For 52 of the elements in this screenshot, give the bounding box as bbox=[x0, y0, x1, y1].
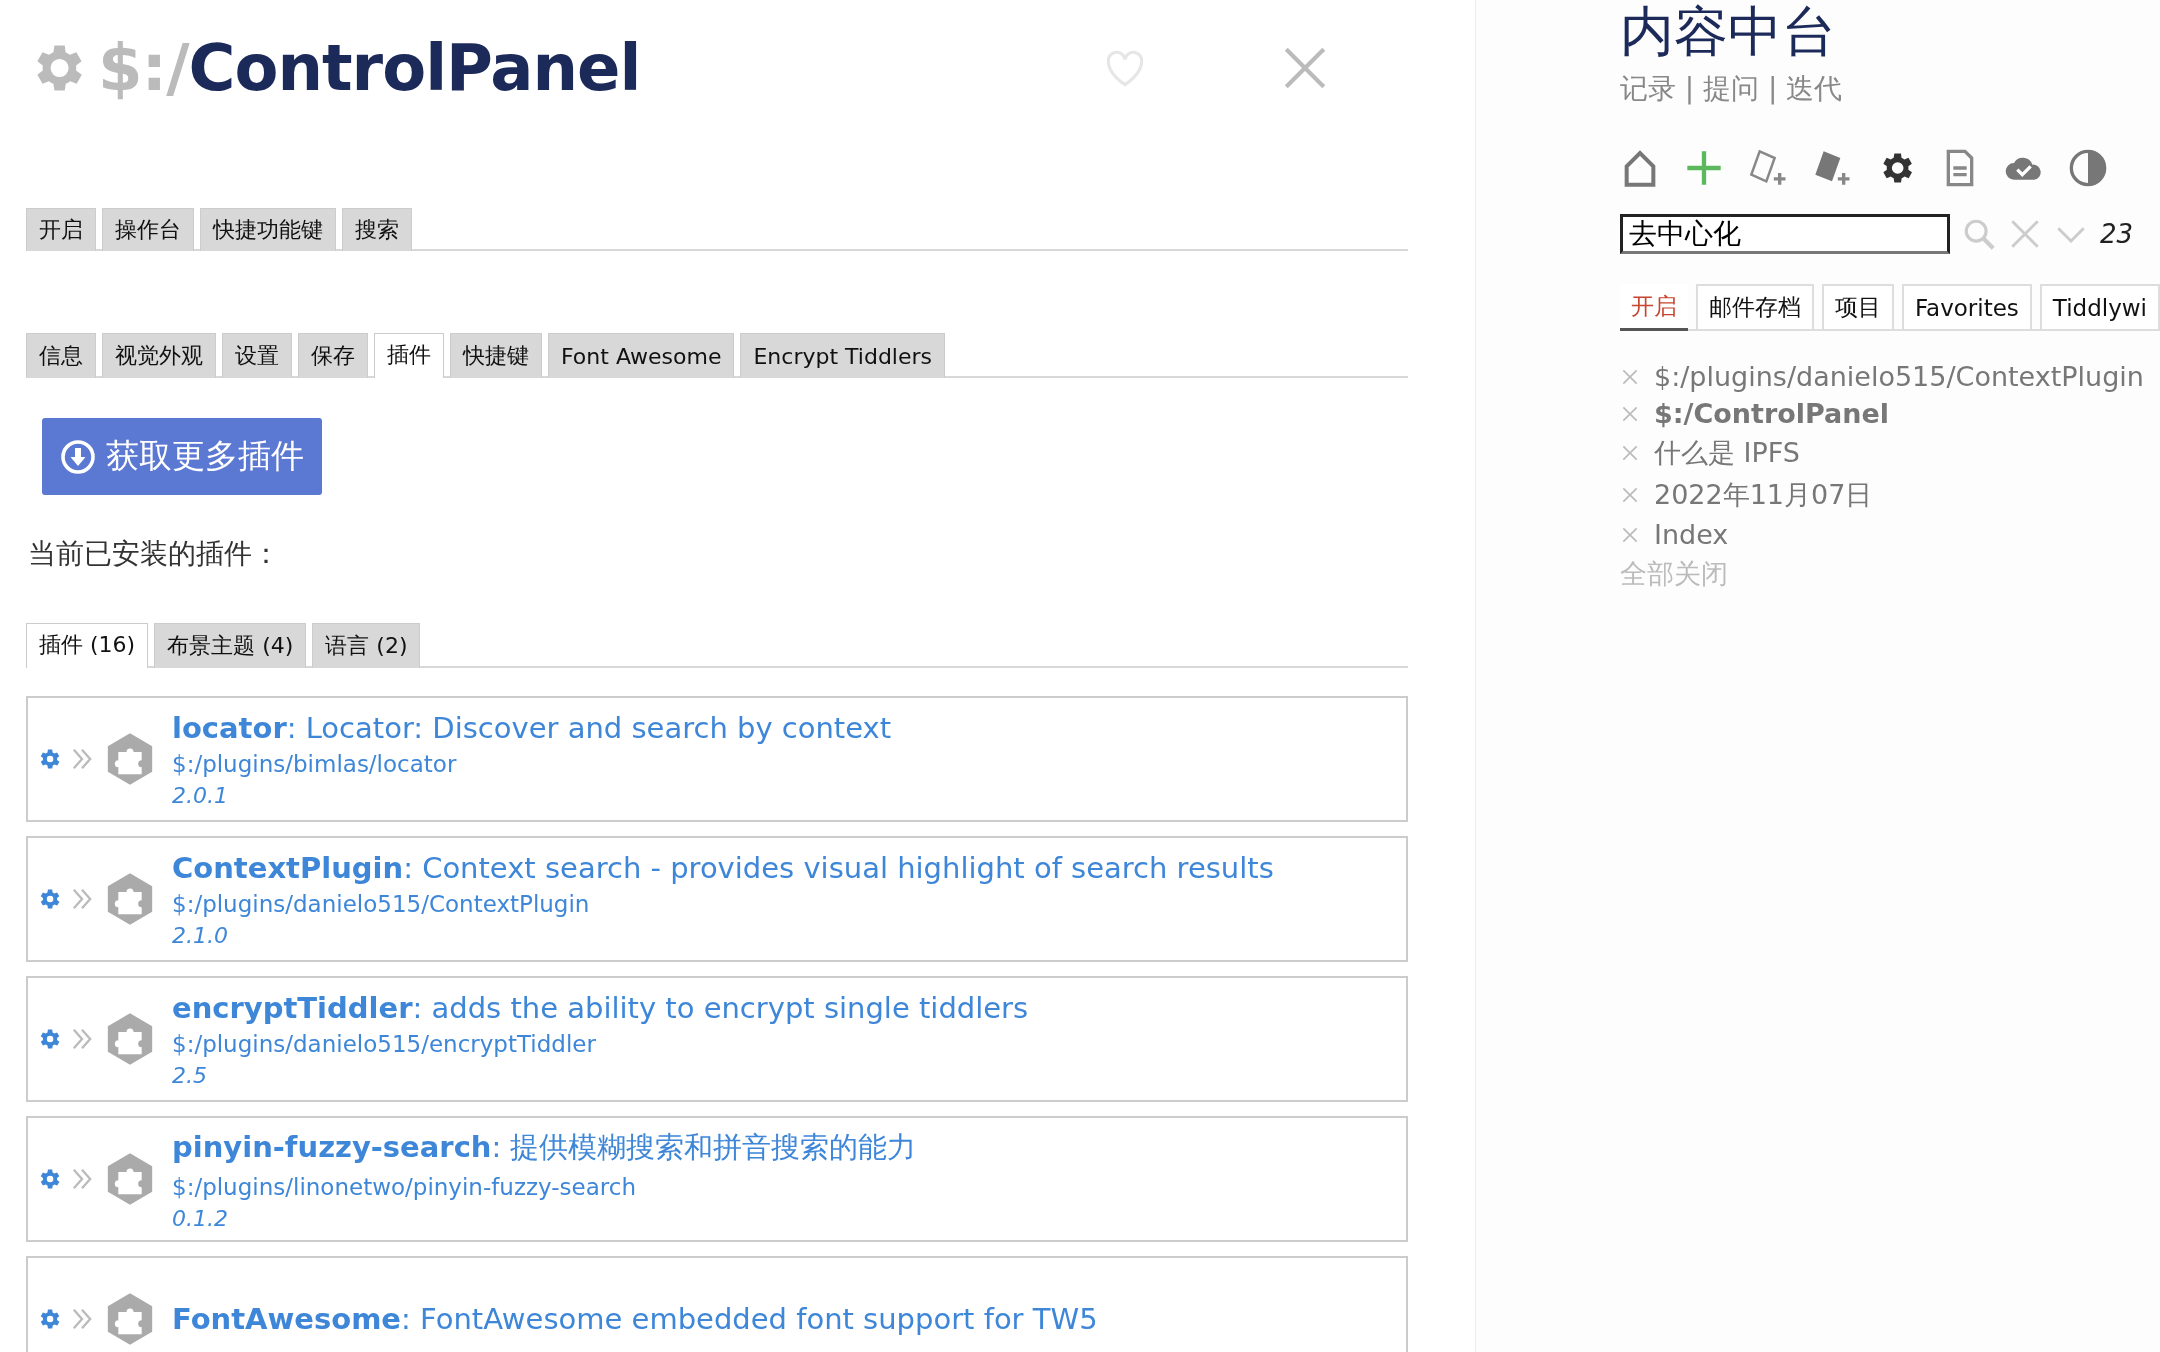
tab[interactable]: 信息 bbox=[26, 333, 96, 378]
sidebar-tab[interactable]: Favorites bbox=[1901, 284, 2032, 329]
contrast-icon[interactable] bbox=[2067, 148, 2108, 188]
plugin-card[interactable]: encryptTiddler: adds the ability to encrypt single tiddlers $:/plugins/danielo515/encryptTiddler 2.5 bbox=[26, 976, 1408, 1102]
search-field[interactable]: 去中心化 bbox=[1619, 214, 1950, 254]
tab[interactable]: 快捷键 bbox=[450, 333, 542, 378]
plugin-version: 2.0.1 bbox=[172, 782, 229, 808]
tab[interactable]: 插件 bbox=[374, 333, 444, 378]
plugin-path: $:/plugins/danielo515/ContextPlugin bbox=[172, 890, 591, 917]
site-title: 内容中台 bbox=[1619, 0, 1837, 64]
get-more-plugins-button[interactable]: 获取更多插件 bbox=[42, 418, 322, 495]
sidebar-tab[interactable]: Tiddlywi bbox=[2039, 284, 2160, 329]
plugin-path: $:/plugins/danielo515/encryptTiddler bbox=[172, 1030, 597, 1057]
tiddler-title: $:/ControlPanel bbox=[98, 31, 641, 105]
open-tiddler-link[interactable]: $:/ControlPanel bbox=[1653, 398, 1890, 429]
journal-plus-icon[interactable] bbox=[1747, 148, 1788, 188]
tab[interactable]: 语言 (2) bbox=[312, 623, 421, 668]
tab[interactable]: 快捷功能键 bbox=[200, 208, 336, 251]
plugin-title[interactable]: ContextPlugin: Context search - provides visual highlight of search results bbox=[172, 850, 1274, 885]
result-count: 23 bbox=[2099, 219, 2134, 249]
plugin-title[interactable]: locator: Locator: Discover and search by context bbox=[172, 710, 892, 745]
tab[interactable]: 保存 bbox=[298, 333, 368, 378]
plugin-card[interactable]: locator: Locator: Discover and search by context $:/plugins/bimlas/locator 2.0.1 bbox=[26, 696, 1408, 822]
tab[interactable]: Encrypt Tiddlers bbox=[740, 333, 945, 378]
plugin-version: 2.1.0 bbox=[172, 922, 229, 948]
installed-plugins-label: 当前已安装的插件： bbox=[28, 536, 281, 572]
plugin-title[interactable]: pinyin-fuzzy-search: 提供模糊搜索和拼音搜索的能力 bbox=[172, 1127, 917, 1168]
plugin-card[interactable]: ContextPlugin: Context search - provides visual highlight of search results $:/plugins/danielo515/ContextPlugin 2.1.0 bbox=[26, 836, 1408, 962]
plugin-version: 0.1.2 bbox=[172, 1205, 229, 1231]
tab[interactable]: 搜索 bbox=[342, 208, 412, 251]
open-tiddler-link[interactable]: $:/plugins/danielo515/ContextPlugin bbox=[1653, 361, 2144, 392]
site-subtitle: 记录 | 提问 | 迭代 bbox=[1619, 71, 1844, 107]
open-tiddler-link[interactable]: 什么是 IPFS bbox=[1653, 435, 1800, 471]
plugin-card[interactable]: FontAwesome: FontAwesome embedded font support for TW5 bbox=[26, 1256, 1408, 1352]
plugin-title[interactable]: encryptTiddler: adds the ability to encrypt single tiddlers bbox=[172, 990, 1029, 1025]
tab[interactable]: 视觉外观 bbox=[102, 333, 216, 378]
sidebar-tab[interactable]: 邮件存档 bbox=[1695, 284, 1814, 329]
plugin-path: $:/plugins/bimlas/locator bbox=[172, 750, 458, 777]
tab[interactable]: Font Awesome bbox=[548, 333, 735, 378]
tab[interactable]: 插件 (16) bbox=[26, 623, 149, 668]
plugin-path: $:/plugins/linonetwo/pinyin-fuzzy-search bbox=[172, 1173, 637, 1200]
tab[interactable]: 布景主题 (4) bbox=[154, 623, 307, 668]
open-tiddler-link[interactable]: Index bbox=[1653, 519, 1729, 550]
open-tiddler-link[interactable]: 2022年11月07日 bbox=[1653, 477, 1873, 513]
plugin-version: 2.5 bbox=[172, 1062, 208, 1088]
download-icon bbox=[60, 438, 96, 475]
tab[interactable]: 开启 bbox=[26, 208, 96, 251]
plugin-title[interactable]: FontAwesome: FontAwesome embedded font support for TW5 bbox=[172, 1302, 1098, 1336]
sidebar-tab[interactable]: 项目 bbox=[1821, 284, 1894, 329]
plugin-card[interactable]: pinyin-fuzzy-search: 提供模糊搜索和拼音搜索的能力 $:/plugins/linonetwo/pinyin-fuzzy-search 0.1.2 bbox=[26, 1116, 1408, 1242]
tab[interactable]: 设置 bbox=[222, 333, 292, 378]
tab[interactable]: 操作台 bbox=[102, 208, 194, 251]
